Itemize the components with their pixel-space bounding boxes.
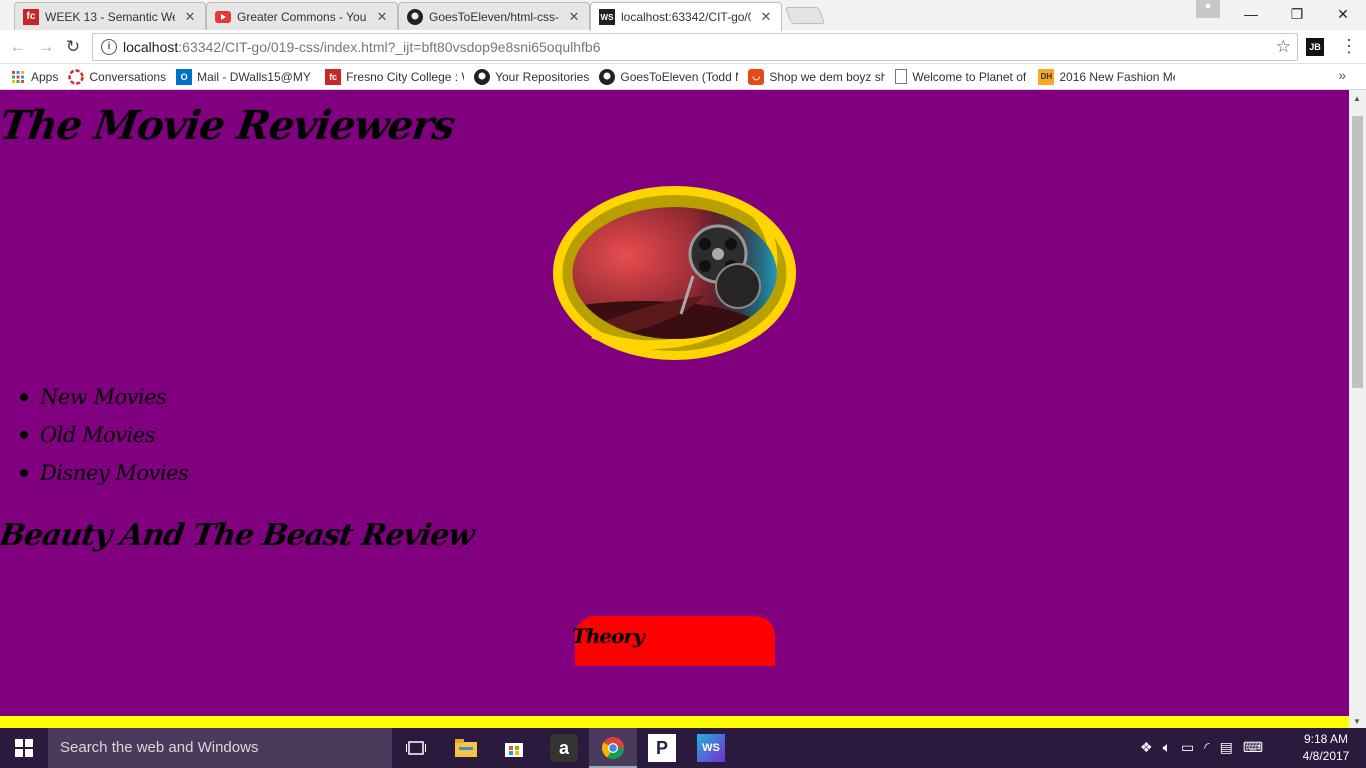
clock-time: 9:18 AM: [1303, 732, 1349, 746]
nav-link[interactable]: Old Movies: [40, 423, 155, 447]
menu-icon[interactable]: ⋮: [1340, 36, 1358, 56]
windows-taskbar: Search the web and Windows a P WS ❖ 🔈︎ ▭…: [0, 728, 1366, 768]
site-title: The Movie Reviewers: [0, 102, 458, 149]
chrome-icon[interactable]: [599, 734, 627, 762]
close-icon[interactable]: ✕: [375, 9, 389, 25]
youtube-icon: [215, 9, 231, 25]
tab-title: Greater Commons - YouT: [237, 9, 367, 24]
system-tray: ❖ 🔈︎ ▭ ◜ ▤ ⌨: [1140, 739, 1263, 756]
fresno-city-college-icon: fc: [23, 8, 39, 25]
tab-title: GoesToEleven/html-css-l: [429, 9, 559, 24]
nav-link[interactable]: New Movies: [40, 385, 167, 409]
nav-item-disney-movies: Disney Movies: [20, 454, 189, 492]
close-window-icon[interactable]: ✕: [1320, 0, 1366, 28]
bookmark-planet[interactable]: Welcome to Planet of: [895, 69, 1028, 84]
bookmark-goestoeleven[interactable]: GoesToEleven (Todd M: [599, 68, 739, 85]
conversations-icon: [68, 68, 85, 85]
volume-icon[interactable]: 🔈︎: [1163, 739, 1171, 756]
wifi-icon[interactable]: ◜: [1204, 739, 1209, 756]
file-explorer-icon[interactable]: [452, 734, 480, 762]
apps-grid-icon: [10, 69, 26, 85]
webstorm-icon: WS: [599, 9, 615, 25]
page-icon: [895, 69, 908, 84]
bookmark-label: Shop we dem boyz sh: [769, 69, 886, 84]
bookmark-label: GoesToEleven (Todd M: [620, 69, 739, 84]
reload-icon[interactable]: ↻: [63, 37, 83, 57]
bookmark-shop[interactable]: ◡ Shop we dem boyz sh: [748, 68, 886, 85]
forward-icon[interactable]: →: [36, 37, 56, 57]
store-icon[interactable]: [500, 734, 528, 762]
clock-date: 4/8/2017: [1302, 749, 1350, 763]
bookmark-fashion[interactable]: DH 2016 New Fashion Me: [1038, 68, 1176, 85]
keyboard-icon[interactable]: ⌨: [1243, 739, 1263, 756]
bookmark-apps[interactable]: Apps: [10, 69, 58, 85]
browser-toolbar: ← → ↻ i localhost:63342/CIT-go/019-css/i…: [0, 30, 1366, 64]
github-icon: [407, 8, 423, 25]
nav-item-new-movies: New Movies: [20, 378, 188, 416]
info-icon[interactable]: i: [101, 39, 117, 55]
address-bar[interactable]: i localhost:63342/CIT-go/019-css/index.h…: [92, 33, 1298, 61]
tab-title: WEEK 13 - Semantic Web: [45, 9, 175, 24]
notifications-icon[interactable]: ▤: [1220, 739, 1233, 756]
scroll-down-icon[interactable]: ▼: [1353, 717, 1361, 726]
bookmark-label: Mail - DWalls15@MY: [197, 69, 311, 84]
scrollbar-thumb[interactable]: [1352, 116, 1363, 388]
minimize-icon[interactable]: —: [1228, 0, 1274, 28]
browser-tab-strip: fc WEEK 13 - Semantic Web ✕ Greater Comm…: [0, 0, 1366, 31]
footer-strip: [0, 716, 1349, 728]
dh-icon: DH: [1038, 68, 1055, 85]
bookmark-label: Your Repositories: [495, 69, 590, 84]
restore-icon[interactable]: ❐: [1274, 0, 1320, 28]
nav-item-old-movies: Old Movies: [20, 416, 188, 454]
bookmark-label: Welcome to Planet of: [912, 69, 1027, 84]
page-viewport: The Movie Reviewers New Movies Old Movie…: [0, 90, 1349, 728]
scroll-up-icon[interactable]: ▲: [1353, 94, 1361, 103]
taskbar-clock[interactable]: 9:18 AM 4/8/2017: [1296, 731, 1356, 765]
bookmarks-bar: Apps Conversations O Mail - DWalls15@MY …: [0, 64, 1366, 90]
jetbrains-extension-icon[interactable]: JB: [1306, 38, 1324, 56]
shop-icon: ◡: [748, 68, 765, 85]
outlook-icon: O: [176, 68, 193, 85]
github-icon: [474, 68, 491, 85]
windows-start-icon[interactable]: [0, 728, 48, 768]
nav-link[interactable]: Disney Movies: [40, 461, 189, 485]
review-heading: Beauty And The Beast Review: [0, 518, 476, 553]
webstorm-icon[interactable]: WS: [697, 734, 725, 762]
hero-film-reel-image: [553, 186, 796, 360]
back-icon[interactable]: ←: [8, 37, 28, 57]
page-scrollbar[interactable]: ▲ ▼: [1349, 90, 1366, 728]
theory-label: Theory: [572, 624, 645, 648]
dropbox-icon[interactable]: ❖: [1140, 739, 1153, 756]
close-icon[interactable]: ✕: [759, 9, 773, 25]
profile-icon[interactable]: ●: [1196, 0, 1220, 18]
bookmark-mail[interactable]: O Mail - DWalls15@MY: [176, 68, 315, 85]
amazon-icon[interactable]: a: [550, 734, 578, 762]
github-icon: [599, 68, 616, 85]
browser-tab[interactable]: fc WEEK 13 - Semantic Web ✕: [14, 2, 206, 30]
tab-title: localhost:63342/CIT-go/0: [621, 10, 751, 24]
close-icon[interactable]: ✕: [183, 9, 197, 25]
bookmark-label: Conversations: [89, 69, 167, 84]
new-tab-button[interactable]: [784, 7, 826, 24]
movie-nav-list: New Movies Old Movies Disney Movies: [20, 378, 189, 492]
url-path: :63342/CIT-go/019-css/index.html?_ijt=bf…: [178, 39, 601, 55]
fresno-city-college-icon: fc: [325, 68, 342, 85]
browser-tab[interactable]: Greater Commons - YouT ✕: [206, 2, 398, 30]
bookmark-fresno[interactable]: fc Fresno City College : W: [325, 68, 465, 85]
bookmark-repositories[interactable]: Your Repositories: [474, 68, 590, 85]
bookmark-conversations[interactable]: Conversations: [68, 68, 167, 85]
pandora-icon[interactable]: P: [648, 734, 676, 762]
task-view-icon[interactable]: [402, 734, 430, 762]
browser-tab-active[interactable]: WS localhost:63342/CIT-go/0 ✕: [590, 2, 782, 31]
taskbar-search-box[interactable]: Search the web and Windows: [48, 728, 392, 768]
chevron-double-right-icon[interactable]: »: [1338, 67, 1346, 83]
url-host: localhost: [123, 39, 179, 55]
bookmark-label: 2016 New Fashion Me: [1059, 69, 1176, 84]
bookmark-star-icon[interactable]: ☆: [1276, 37, 1291, 57]
close-icon[interactable]: ✕: [567, 9, 581, 25]
bookmark-label: Apps: [31, 69, 59, 84]
bookmark-label: Fresno City College : W: [346, 69, 465, 84]
battery-icon[interactable]: ▭: [1181, 739, 1194, 756]
browser-tab[interactable]: GoesToEleven/html-css-l ✕: [398, 2, 590, 30]
